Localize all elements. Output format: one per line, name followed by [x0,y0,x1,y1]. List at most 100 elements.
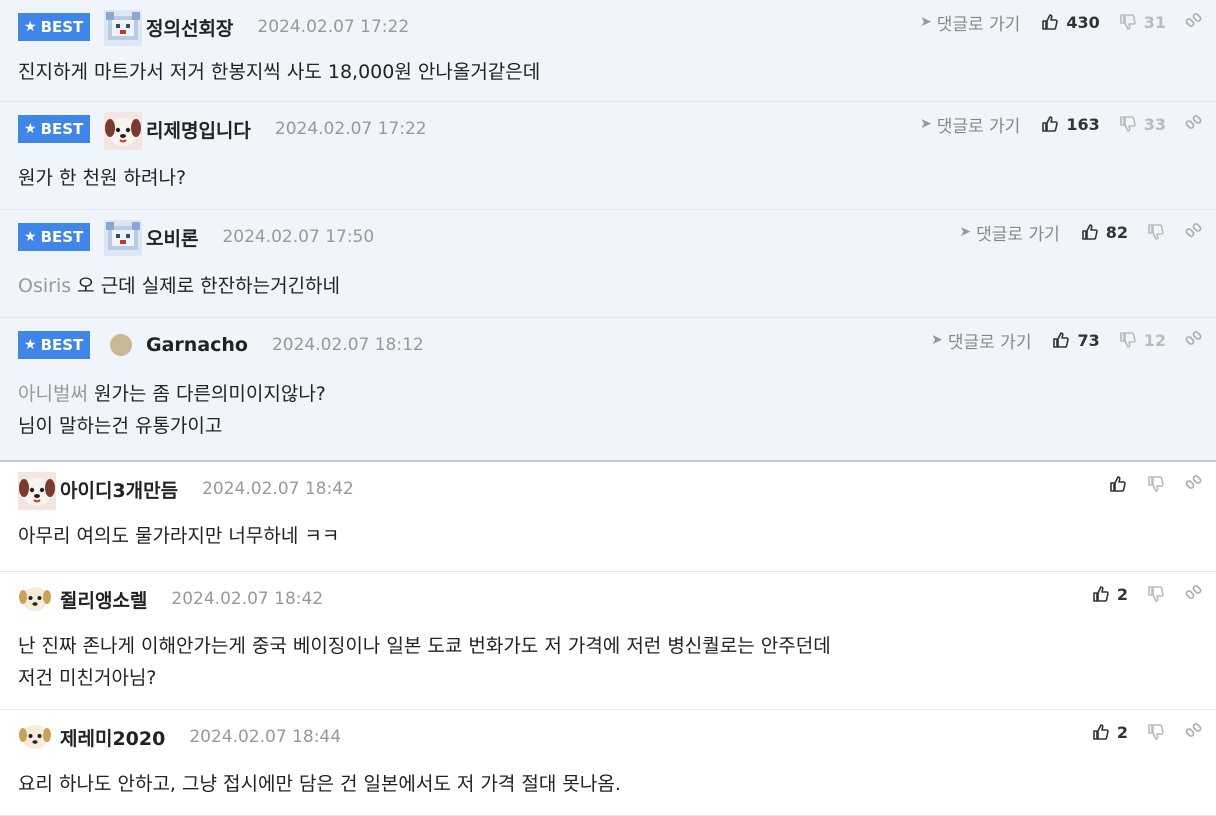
link-icon [1184,222,1203,238]
upvote-button[interactable]: 163 [1040,114,1100,134]
comment-body: 진지하게 마트가서 저거 한봉지씩 사도 18,000원 안나올거같은데 [18,56,540,88]
share-link-button[interactable] [1184,330,1204,350]
thumbs-up-icon [1042,116,1059,132]
comment-line: 원가 한 천원 하려나? [18,162,186,194]
downvote-button[interactable]: 31 [1118,12,1166,32]
thumbs-down-icon [1119,116,1136,132]
comment-header: 아이디3개만듬 2024.02.07 18:42 [18,472,354,510]
downvote-button[interactable] [1146,474,1166,494]
nickname[interactable]: 쥘리앵소렐 [60,586,147,613]
mention-tag[interactable]: 아니벌써 [18,383,88,405]
location-arrow-icon: ➤ [959,224,972,240]
comment-text: 오 근데 실제로 한잔하는거긴하네 [77,275,341,297]
comment-list: ★ BEST 정의선회장 2024.02.07 17:22 ➤ 댓글로 가기 430 31 진지… [0,0,1216,816]
upvote-count: 430 [1066,12,1100,32]
best-badge: ★ BEST [18,223,90,251]
comment-body: 난 진짜 존나게 이해안가는게 중국 베이징이나 일본 도쿄 번화가도 저 가격… [18,630,831,694]
share-link-button[interactable] [1184,584,1204,604]
star-icon: ★ [24,121,37,137]
puppy-face-icon[interactable] [104,112,142,150]
star-icon: ★ [24,337,37,353]
goto-comment-link[interactable]: ➤ 댓글로 가기 [931,328,1031,353]
location-arrow-icon: ➤ [919,116,932,132]
goto-label: 댓글로 가기 [936,14,1021,35]
best-label: BEST [40,228,84,246]
share-link-button[interactable] [1184,474,1204,494]
downvote-button[interactable] [1146,584,1166,604]
best-label: BEST [40,120,84,138]
location-arrow-icon: ➤ [931,332,943,348]
mention-tag[interactable]: Osiris [18,275,71,297]
best-comment: ★ BEST Garnacho 2024.02.07 18:12 ➤ 댓글로 가기 73 12… [0,318,1216,462]
downvote-count: 33 [1143,114,1166,134]
comment-text: 아무리 여의도 물가라지만 너무하네 ㅋㅋ [18,525,340,547]
link-icon [1184,114,1203,130]
star-icon: ★ [24,19,37,35]
share-link-button[interactable] [1184,722,1204,742]
upvote-button[interactable] [1108,474,1128,494]
comment-body: 아무리 여의도 물가라지만 너무하네 ㅋㅋ [18,520,339,552]
comment-text: 원가 한 천원 하려나? [18,167,187,189]
puppy-face-icon[interactable] [18,472,56,510]
comment-header: 제레미2020 2024.02.07 18:44 [18,722,341,752]
goto-label: 댓글로 가기 [947,332,1032,353]
star-icon: ★ [24,229,37,245]
goto-comment-link[interactable]: ➤ 댓글로 가기 [959,220,1059,245]
link-icon [1184,722,1203,738]
comment-header: ★ BEST 오비론 2024.02.07 17:50 [18,220,375,256]
link-icon [1184,584,1203,600]
upvote-button[interactable]: 2 [1091,584,1128,604]
thumbs-up-icon [1093,724,1109,740]
upvote-count: 73 [1077,330,1100,350]
puppy-small-icon[interactable] [18,582,52,616]
thumbs-up-icon [1042,14,1059,30]
comment-text: 요리 하나도 안하고, 그냥 접시에만 담은 건 일본에서도 저 가격 절대 못… [18,773,621,795]
upvote-count: 2 [1116,584,1128,604]
comment-text: 저건 미친거아님? [18,667,157,689]
goto-comment-link[interactable]: ➤ 댓글로 가기 [920,10,1020,35]
comment-header: ★ BEST Garnacho 2024.02.07 18:12 [18,330,424,360]
downvote-button[interactable] [1146,722,1166,742]
upvote-button[interactable]: 82 [1080,222,1128,242]
pixel-dog-icon[interactable] [104,10,142,46]
best-label: BEST [40,18,84,36]
round-dot-icon[interactable] [104,328,138,362]
nickname[interactable]: 정의선회장 [146,14,233,41]
nickname[interactable]: 제레미2020 [60,724,165,751]
share-link-button[interactable] [1184,12,1204,32]
nickname[interactable]: Garnacho [146,334,248,356]
thumbs-up-icon [1093,586,1109,602]
comment-text: 원가는 좀 다른의미이지않나? [93,383,326,405]
downvote-button[interactable] [1146,222,1166,242]
comment-line: 아무리 여의도 물가라지만 너무하네 ㅋㅋ [18,520,339,552]
comment: 제레미2020 2024.02.07 18:44 2 요리 하나도 안하고, 그냥 접… [0,710,1216,816]
goto-comment-link[interactable]: ➤ 댓글로 가기 [920,112,1020,137]
thumbs-down-icon [1119,332,1136,348]
downvote-button[interactable]: 33 [1118,114,1166,134]
nickname[interactable]: 리제명입니다 [146,116,251,143]
thumbs-up-icon [1110,476,1126,492]
comment: 쥘리앵소렐 2024.02.07 18:42 2 난 진짜 존나게 이해안가는게 중국… [0,572,1216,710]
nickname[interactable]: 오비론 [146,224,198,251]
upvote-button[interactable]: 73 [1051,330,1100,350]
comment-actions: 2 [1091,720,1204,744]
downvote-button[interactable]: 12 [1118,330,1166,350]
share-link-button[interactable] [1184,222,1204,242]
best-label: BEST [40,336,84,354]
comment-date: 2024.02.07 17:50 [222,227,375,247]
pixel-dog-icon[interactable] [104,220,142,256]
upvote-button[interactable]: 2 [1091,722,1128,742]
comment-line: 아니벌써 원가는 좀 다른의미이지않나? [18,378,326,410]
comment-line: 요리 하나도 안하고, 그냥 접시에만 담은 건 일본에서도 저 가격 절대 못… [18,768,621,800]
comment-line: 님이 말하는건 유통가이고 [18,410,326,442]
thumbs-down-icon [1119,14,1136,30]
nickname[interactable]: 아이디3개만듬 [60,476,178,503]
comment-body: 아니벌써 원가는 좀 다른의미이지않나? 님이 말하는건 유통가이고 [18,378,326,442]
comment-line: 진지하게 마트가서 저거 한봉지씩 사도 18,000원 안나올거같은데 [18,56,540,88]
comment-actions: ➤ 댓글로 가기 82 [959,220,1204,245]
puppy-small-icon[interactable] [18,720,52,754]
comment-actions: 2 [1091,582,1204,606]
upvote-button[interactable]: 430 [1040,12,1100,32]
share-link-button[interactable] [1184,114,1204,134]
best-comment: ★ BEST 오비론 2024.02.07 17:50 ➤ 댓글로 가기 82 Osiris … [0,210,1216,318]
